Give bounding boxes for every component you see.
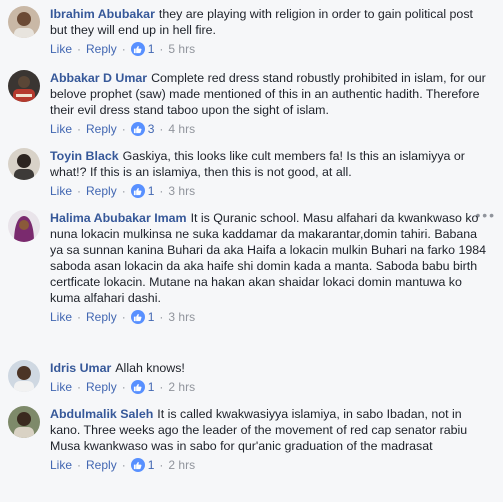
avatar[interactable]: [8, 70, 40, 102]
reply-button[interactable]: Reply: [86, 183, 117, 199]
comment-author[interactable]: Idris Umar: [50, 361, 111, 375]
like-button[interactable]: Like: [50, 457, 72, 473]
reaction-count[interactable]: 1: [148, 379, 155, 395]
comment-text: It is Quranic school. Masu alfahari da k…: [50, 211, 487, 305]
avatar[interactable]: [8, 6, 40, 38]
avatar[interactable]: [8, 148, 40, 180]
thumbs-up-icon[interactable]: [130, 184, 145, 198]
thumbs-up-icon[interactable]: [130, 122, 145, 136]
comment-actions: Like · Reply · 1 · 3 hrs: [50, 309, 196, 325]
thumbs-up-icon[interactable]: [130, 458, 145, 472]
comment-author[interactable]: Halima Abubakar Imam: [50, 211, 187, 225]
like-button[interactable]: Like: [50, 183, 72, 199]
avatar[interactable]: [8, 210, 40, 242]
thumbs-up-icon[interactable]: [130, 42, 145, 56]
comment-text: Allah knows!: [115, 361, 185, 375]
reply-button[interactable]: Reply: [86, 41, 117, 57]
comment-list: Ibrahim Abubakar they are playing with re…: [0, 0, 503, 502]
reply-button[interactable]: Reply: [86, 457, 117, 473]
reply-button[interactable]: Reply: [86, 309, 117, 325]
comment-actions: Like · Reply · 1 · 5 hrs: [50, 41, 196, 57]
reply-button[interactable]: Reply: [86, 121, 117, 137]
comment-timestamp[interactable]: 3 hrs: [168, 183, 195, 199]
comment-author[interactable]: Ibrahim Abubakar: [50, 7, 155, 21]
comment-timestamp[interactable]: 3 hrs: [168, 309, 195, 325]
comment-timestamp[interactable]: 5 hrs: [168, 41, 195, 57]
reaction-count[interactable]: 1: [148, 457, 155, 473]
thumbs-up-icon[interactable]: [130, 310, 145, 324]
like-button[interactable]: Like: [50, 121, 72, 137]
comment-actions: Like · Reply · 1 · 2 hrs: [50, 457, 196, 473]
comment-actions: Like · Reply · 3 · 4 hrs: [50, 121, 196, 137]
reaction-count[interactable]: 1: [148, 309, 155, 325]
comment-timestamp[interactable]: 4 hrs: [168, 121, 195, 137]
comment-author[interactable]: Abbakar D Umar: [50, 71, 147, 85]
comment-actions: Like · Reply · 1 · 3 hrs: [50, 183, 196, 199]
avatar[interactable]: [8, 360, 40, 392]
reply-button[interactable]: Reply: [86, 379, 117, 395]
like-button[interactable]: Like: [50, 309, 72, 325]
like-button[interactable]: Like: [50, 379, 72, 395]
like-button[interactable]: Like: [50, 41, 72, 57]
reaction-count[interactable]: 1: [148, 183, 155, 199]
comment-actions: Like · Reply · 1 · 2 hrs: [50, 379, 196, 395]
thumbs-up-icon[interactable]: [130, 380, 145, 394]
comment-timestamp[interactable]: 2 hrs: [168, 457, 195, 473]
reaction-count[interactable]: 1: [148, 41, 155, 57]
comment-author[interactable]: Toyin Black: [50, 149, 119, 163]
avatar[interactable]: [8, 406, 40, 438]
reaction-count[interactable]: 3: [148, 121, 155, 137]
comment-author[interactable]: Abdulmalik Saleh: [50, 407, 153, 421]
comment-timestamp[interactable]: 2 hrs: [168, 379, 195, 395]
